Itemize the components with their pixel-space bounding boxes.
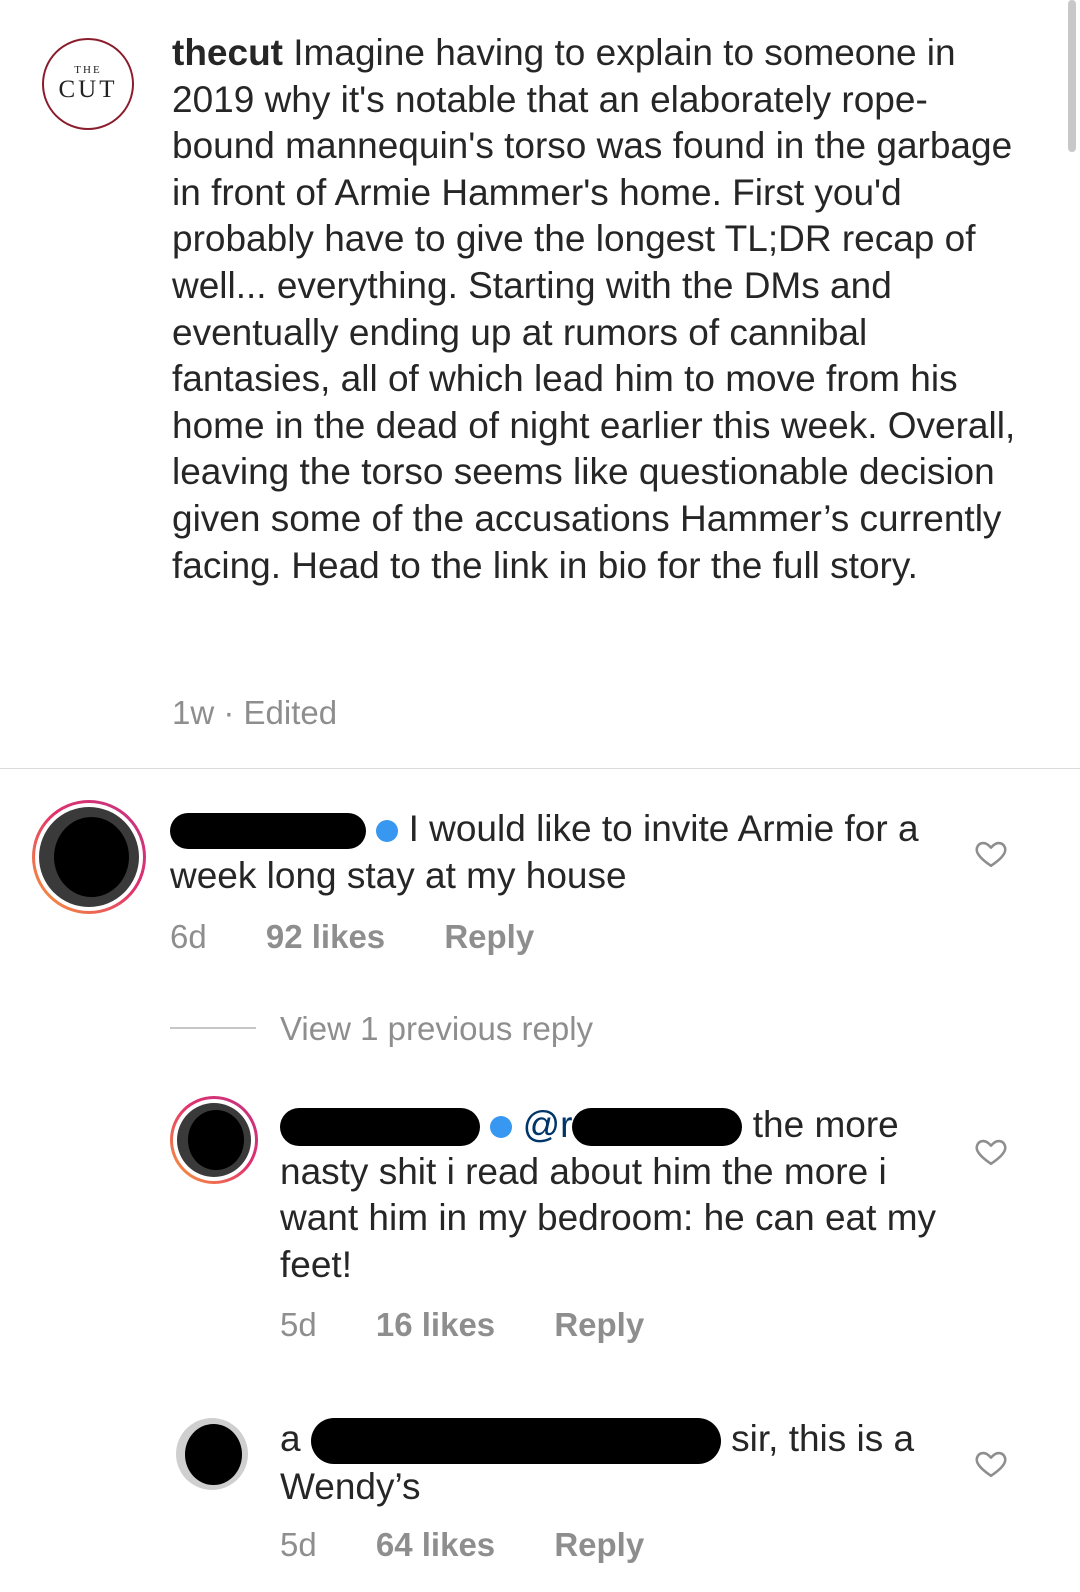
reply-button[interactable]: Reply — [554, 1306, 644, 1343]
reply-avatar[interactable] — [170, 1096, 258, 1184]
reply-mention[interactable]: @r — [523, 1104, 573, 1145]
heart-outline-icon[interactable] — [974, 836, 1008, 870]
redacted-username — [280, 1108, 480, 1147]
replies-line — [170, 1027, 256, 1029]
reply-button[interactable]: Reply — [444, 918, 534, 955]
reply-comment: a sir, this is a Wendy’s — [280, 1416, 960, 1511]
caption-text: Imagine having to explain to someone in … — [172, 32, 1016, 586]
caption-edited: Edited — [243, 694, 338, 731]
reply-likes[interactable]: 64 likes — [376, 1526, 495, 1563]
reply-likes[interactable]: 16 likes — [376, 1306, 495, 1343]
verified-badge-icon — [490, 1116, 513, 1139]
reply-text: Wendy’s — [280, 1466, 421, 1508]
thecut-avatar[interactable]: THE CUT — [42, 38, 134, 130]
reply-meta: 5d 16 likes Reply — [280, 1306, 694, 1344]
reply-comment: @r the more nasty shit i read about him … — [280, 1102, 960, 1288]
caption-time: 1w — [172, 694, 215, 731]
reply-text: nasty shit i read about him the more i w… — [280, 1150, 937, 1285]
redacted-username — [170, 813, 366, 850]
reply-text-line1: the more — [752, 1104, 899, 1145]
caption-meta: 1w · Edited — [172, 694, 337, 732]
reply-time: 5d — [280, 1526, 317, 1563]
reply-button[interactable]: Reply — [554, 1526, 644, 1563]
avatar — [177, 1103, 251, 1177]
caption-username[interactable]: thecut — [172, 32, 283, 73]
verified-badge-icon — [376, 820, 399, 843]
reply-username-visible[interactable]: a — [280, 1418, 301, 1459]
scrollbar[interactable] — [1068, 0, 1076, 152]
view-previous-replies[interactable]: View 1 previous reply — [280, 1010, 593, 1048]
logo-the-text: THE — [74, 64, 102, 76]
avatar — [39, 807, 139, 907]
reply-meta: 5d 64 likes Reply — [280, 1526, 694, 1564]
comment-time: 6d — [170, 918, 207, 955]
reply-avatar[interactable] — [176, 1418, 248, 1490]
heart-outline-icon[interactable] — [974, 1446, 1008, 1480]
caption-separator: · — [223, 694, 235, 731]
redacted-mention — [572, 1108, 743, 1147]
comment-likes[interactable]: 92 likes — [266, 918, 385, 955]
redacted-username — [310, 1418, 721, 1465]
divider — [0, 768, 1080, 769]
post-caption: thecut Imagine having to explain to some… — [172, 30, 1022, 589]
heart-outline-icon[interactable] — [974, 1134, 1008, 1168]
comment: I would like to invite Armie for a week … — [170, 806, 940, 899]
comment-avatar[interactable] — [32, 800, 146, 914]
reply-time: 5d — [280, 1306, 317, 1343]
reply-text-line1: sir, this is a — [731, 1418, 915, 1459]
comment-meta: 6d 92 likes Reply — [170, 918, 584, 956]
logo-cut-text: CUT — [58, 76, 118, 103]
